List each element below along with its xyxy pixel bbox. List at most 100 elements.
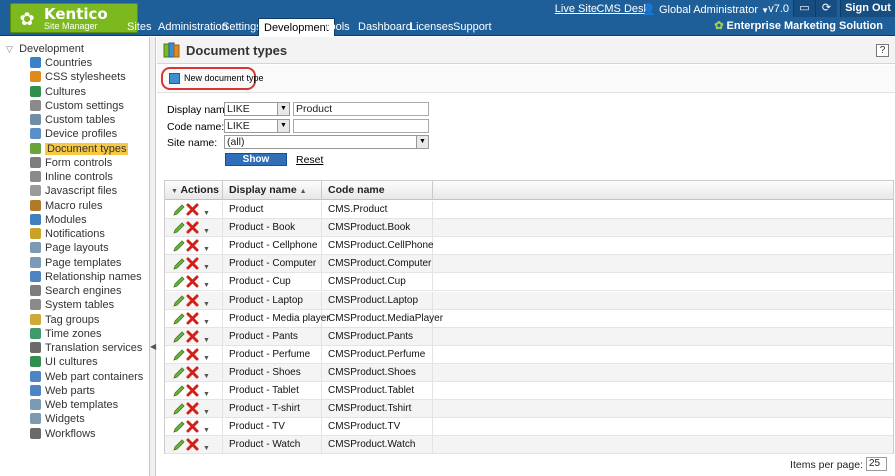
user-menu[interactable]: 👤 Global Administrator ▼	[642, 3, 769, 16]
cms-desk-link[interactable]: CMS Desk	[596, 3, 649, 15]
display-name-cell: Product - T-shirt	[223, 400, 322, 419]
delete-icon[interactable]	[186, 438, 199, 451]
tree-item-tag-groups[interactable]: Tag groups	[30, 313, 99, 327]
tree-item-web-parts[interactable]: Web parts	[30, 384, 95, 398]
menu-tools[interactable]: Tools	[324, 18, 350, 36]
table-row: ▼ Product - Tablet CMSProduct.Tablet	[165, 382, 893, 400]
tree-root-development[interactable]: ▽ Development	[6, 43, 84, 55]
delete-icon[interactable]	[186, 366, 199, 379]
tree-item-page-templates[interactable]: Page templates	[30, 256, 121, 270]
new-document-type-button[interactable]: New document type	[161, 67, 264, 90]
delete-icon[interactable]	[186, 203, 199, 216]
edit-icon[interactable]	[173, 385, 185, 397]
delete-icon[interactable]	[186, 402, 199, 415]
tree-item-inline-controls[interactable]: Inline controls	[30, 170, 113, 184]
chat-icon[interactable]: ▭	[793, 0, 815, 17]
sign-out-button[interactable]: Sign Out	[840, 0, 895, 17]
tree-item-cultures[interactable]: Cultures	[30, 85, 86, 99]
tree-item-macro-rules[interactable]: Macro rules	[30, 199, 102, 213]
more-actions-icon[interactable]: ▼	[203, 440, 210, 458]
edit-icon[interactable]	[173, 313, 185, 325]
tree-item-custom-settings[interactable]: Custom settings	[30, 99, 124, 113]
help-icon[interactable]: ?	[876, 44, 889, 57]
code-name-cell: CMS.Product	[322, 201, 433, 219]
items-per-page-select[interactable]: 25	[866, 457, 887, 471]
refresh-icon[interactable]: ⟳	[815, 0, 837, 17]
tree-item-relationship-names[interactable]: Relationship names	[30, 270, 142, 284]
script-icon	[30, 185, 41, 197]
menu-administration[interactable]: Administration	[158, 18, 228, 36]
kentico-logo[interactable]: ✿ Kentico Site Manager	[10, 3, 138, 33]
delete-icon[interactable]	[186, 239, 199, 252]
edit-icon[interactable]	[173, 439, 185, 451]
tree-item-page-layouts[interactable]: Page layouts	[30, 241, 109, 255]
tree-item-label: Form controls	[45, 156, 113, 169]
delete-icon[interactable]	[186, 294, 199, 307]
menu-settings[interactable]: Settings	[222, 18, 262, 36]
edit-icon[interactable]	[173, 204, 185, 216]
collapse-panel-icon[interactable]: ◀	[150, 342, 156, 351]
code-name-cell: CMSProduct.Book	[322, 219, 433, 238]
display-name-cell: Product - Perfume	[223, 345, 322, 364]
tree-item-notifications[interactable]: Notifications	[30, 227, 105, 241]
menu-support[interactable]: Support	[453, 18, 492, 36]
edit-icon[interactable]	[173, 367, 185, 379]
actions-column-header[interactable]: ▼ Actions	[165, 181, 223, 200]
edit-icon[interactable]	[173, 331, 185, 343]
delete-icon[interactable]	[186, 275, 199, 288]
display-name-column-header[interactable]: Display name ▲	[223, 181, 322, 200]
tree-item-device-profiles[interactable]: Device profiles	[30, 127, 117, 141]
tree-item-translation-services[interactable]: Translation services	[30, 341, 142, 355]
tree-item-ui-cultures[interactable]: UI cultures	[30, 355, 98, 369]
delete-icon[interactable]	[186, 257, 199, 270]
tree-item-web-templates[interactable]: Web templates	[30, 398, 118, 412]
tree-item-label: Javascript files	[45, 185, 118, 198]
menu-dashboard[interactable]: Dashboard	[358, 18, 412, 36]
row-actions: ▼	[165, 309, 223, 328]
tree-item-form-controls[interactable]: Form controls	[30, 156, 112, 170]
relationship-icon	[30, 270, 41, 282]
code-name-operator-select[interactable]: LIKE ▼	[224, 119, 290, 133]
tree-item-modules[interactable]: Modules	[30, 213, 87, 227]
display-name-cell: Product - Book	[223, 219, 322, 238]
delete-icon[interactable]	[186, 348, 199, 361]
panel-splitter[interactable]: ◀	[150, 37, 156, 476]
tree-item-label: CSS stylesheets	[45, 71, 126, 84]
edit-icon[interactable]	[173, 258, 185, 270]
edit-icon[interactable]	[173, 222, 185, 234]
edit-icon[interactable]	[173, 294, 185, 307]
live-site-link[interactable]: Live Site	[555, 3, 597, 15]
tree-item-javascript-files[interactable]: Javascript files	[30, 184, 117, 198]
edit-icon[interactable]	[173, 403, 185, 415]
tree-item-document-types[interactable]: Document types	[30, 142, 129, 156]
reset-link[interactable]: Reset	[296, 154, 323, 166]
show-button[interactable]: Show	[225, 153, 287, 166]
delete-icon[interactable]	[186, 312, 199, 325]
tree-item-label: Custom tables	[45, 114, 116, 126]
site-name-select[interactable]: (all) ▼	[224, 135, 429, 149]
tree-item-time-zones[interactable]: Time zones	[30, 327, 101, 341]
display-name-input[interactable]: Product	[293, 102, 429, 116]
delete-icon[interactable]	[186, 420, 199, 433]
delete-icon[interactable]	[186, 384, 199, 397]
delete-icon[interactable]	[186, 221, 199, 234]
tree-item-workflows[interactable]: Workflows	[30, 427, 96, 441]
menu-licenses[interactable]: Licenses	[410, 18, 453, 36]
tree-item-css-stylesheets[interactable]: CSS stylesheets	[30, 70, 126, 84]
menu-sites[interactable]: Sites	[127, 18, 151, 36]
collapse-icon[interactable]: ▽	[6, 44, 16, 55]
edit-icon[interactable]	[173, 349, 185, 361]
edit-icon[interactable]	[173, 240, 185, 252]
code-name-column-header[interactable]: Code name	[322, 181, 433, 200]
tree-item-countries[interactable]: Countries	[30, 56, 92, 70]
tree-item-widgets[interactable]: Widgets	[30, 412, 85, 426]
delete-icon[interactable]	[186, 330, 199, 343]
code-name-input[interactable]	[293, 119, 429, 133]
tree-item-web-part-containers[interactable]: Web part containers	[30, 370, 143, 384]
edit-icon[interactable]	[173, 421, 185, 433]
display-name-operator-select[interactable]: LIKE ▼	[224, 102, 290, 116]
tree-item-custom-tables[interactable]: Custom tables	[30, 113, 115, 127]
tree-item-search-engines[interactable]: Search engines	[30, 284, 121, 298]
tree-item-system-tables[interactable]: System tables	[30, 298, 114, 312]
edit-icon[interactable]	[173, 276, 185, 289]
